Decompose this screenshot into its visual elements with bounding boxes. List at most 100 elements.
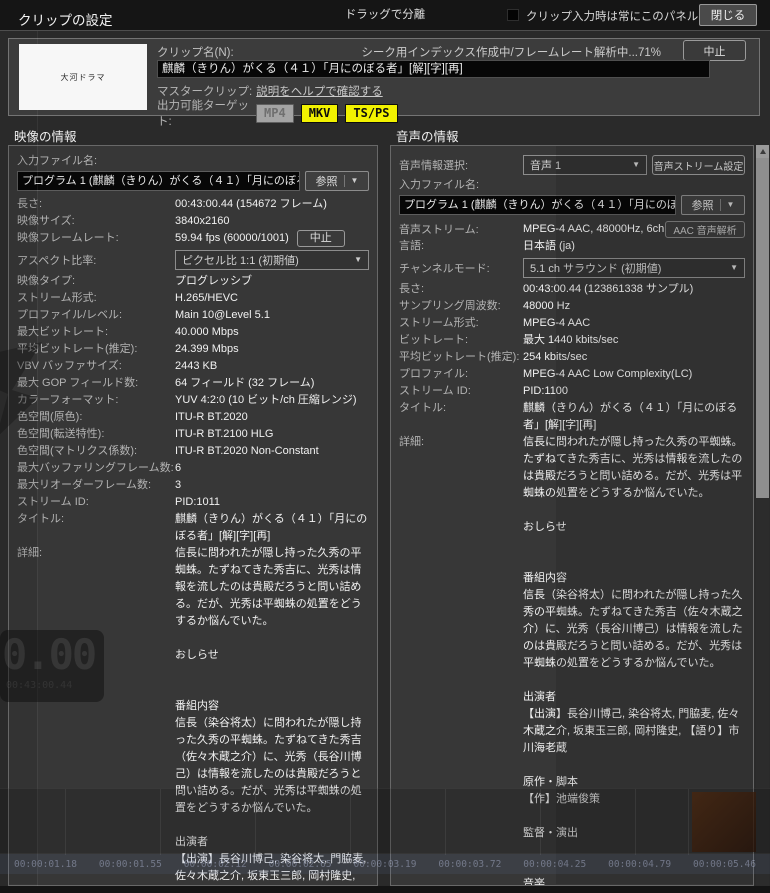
video-browse-button[interactable]: 参照 ▼	[305, 171, 369, 191]
video-detail-label: 詳細:	[17, 547, 43, 559]
row-label: ストリーム ID:	[399, 385, 471, 397]
aspect-ratio-row: アスペクト比率: ピクセル比 1:1 (初期値) ▼	[17, 250, 369, 270]
row-value: 254 kbits/sec	[523, 351, 588, 363]
row-label: VBV バッファサイズ:	[17, 360, 122, 372]
audio-stream-settings-button[interactable]: 音声ストリーム設定	[652, 155, 745, 175]
row-value: 64 フィールド (32 フレーム)	[175, 377, 315, 389]
row-value: 3840x2160	[175, 215, 230, 227]
target-tsps-badge[interactable]: TS/PS	[345, 103, 398, 123]
channel-mode-label: チャンネルモード:	[399, 263, 490, 275]
row-label: プロファイル/レベル:	[17, 309, 123, 321]
audio-stream-value: MPEG-4 AAC, 48000Hz, 6ch (PID	[523, 223, 665, 235]
audio-input-file-label: 入力ファイル名:	[399, 179, 480, 191]
audio-input-file-field[interactable]: プログラム 1 (麒麟（きりん）がくる（４１）「月にのぼる者」[解][字][再]…	[399, 195, 676, 215]
row-value: 24.399 Mbps	[175, 343, 239, 355]
row-value: MPEG-4 AAC Low Complexity(LC)	[523, 368, 693, 380]
video-info-row: VBV バッファサイズ: 2443 KB	[17, 358, 369, 375]
output-targets-label: 出力可能ターゲット:	[157, 100, 249, 128]
audio-select-row: 音声情報選択: 音声 1 ▼ 音声ストリーム設定	[399, 154, 745, 176]
language-value: 日本語 (ja)	[523, 240, 575, 252]
audio-select[interactable]: 音声 1 ▼	[523, 155, 647, 175]
video-info-row: ストリーム形式: H.265/HEVC	[17, 290, 369, 307]
audio-stream-row: 音声ストリーム: MPEG-4 AAC, 48000Hz, 6ch (PID A…	[399, 220, 745, 238]
clip-name-label: クリップ名(N):	[157, 47, 234, 59]
row-label: プロファイル:	[399, 368, 469, 380]
clip-thumbnail: 大河ドラマ	[19, 44, 147, 110]
audio-info-row: プロファイル: MPEG-4 AAC Low Complexity(LC)	[399, 366, 745, 383]
video-input-file-field[interactable]: プログラム 1 (麒麟（きりん）がくる（４１）「月にのぼる者」[解][字][再]…	[17, 171, 300, 191]
video-framerate-row: 映像フレームレート: 59.94 fps (60000/1001) 中止	[17, 230, 369, 247]
row-value: ITU-R BT.2020 Non-Constant	[175, 445, 319, 457]
video-detail-value: 信長に問われたが隠し持った久秀の平蜘蛛。たずねてきた秀吉に、光秀は情報を流したの…	[175, 547, 367, 882]
row-label: 最大バッファリングフレーム数:	[17, 462, 174, 474]
row-value: 2443 KB	[175, 360, 218, 372]
audio-detail-value: 信長に問われたが隠し持った久秀の平蜘蛛。たずねてきた秀吉に、光秀は情報を流したの…	[523, 436, 743, 886]
row-label: ストリーム形式:	[399, 317, 479, 329]
row-label: ストリーム形式:	[17, 292, 97, 304]
row-label: 最大 GOP フィールド数:	[17, 377, 139, 389]
chevron-down-icon: ▼	[354, 255, 362, 264]
row-value: MPEG-4 AAC	[523, 317, 591, 329]
video-info-row: 長さ: 00:43:00.44 (154672 フレーム)	[17, 196, 369, 213]
row-label: 平均ビットレート(推定):	[399, 351, 520, 363]
bottom-edge	[0, 886, 770, 893]
audio-stream-label: 音声ストリーム:	[399, 224, 479, 236]
clip-summary-box: 大河ドラマ クリップ名(N): シーク用インデックス作成中/フレームレート解析中…	[8, 38, 760, 128]
row-value: 3	[175, 479, 182, 491]
row-label: 最大リオーダーフレーム数:	[17, 479, 152, 491]
scrollbar-thumb[interactable]	[756, 158, 769, 498]
video-title-value: 麒麟（きりん）がくる（４１）「月にのぼる者」[解][字][再]	[175, 513, 368, 542]
row-value: プログレッシブ	[175, 275, 252, 287]
clip-name-input[interactable]: 麒麟（きりん）がくる（４１）「月にのぼる者」[解][字][再]	[157, 60, 710, 78]
audio-info-header: 音声の情報	[396, 130, 459, 144]
scrollbar-up-arrow-icon[interactable]	[756, 145, 769, 158]
audio-title-row: タイトル: 麒麟（きりん）がくる（４１）「月にのぼる者」[解][字][再]	[399, 400, 745, 434]
row-label: 映像サイズ:	[17, 215, 75, 227]
video-info-row: 映像サイズ: 3840x2160	[17, 213, 369, 230]
chevron-down-icon: ▼	[632, 160, 640, 169]
aspect-ratio-select[interactable]: ピクセル比 1:1 (初期値) ▼	[175, 250, 369, 270]
chevron-down-icon: ▼	[350, 176, 359, 185]
row-label: ビットレート:	[399, 334, 469, 346]
aac-analyze-button[interactable]: AAC 音声解析	[665, 220, 745, 238]
row-value: YUV 4:2:0 (10 ビット/ch 圧縮レンジ)	[175, 394, 357, 406]
video-input-file-label: 入力ファイル名:	[17, 155, 98, 167]
row-value: 40.000 Mbps	[175, 326, 239, 338]
target-mkv-badge[interactable]: MKV	[300, 103, 339, 123]
video-detail-row: 詳細: 信長に問われたが隠し持った久秀の平蜘蛛。たずねてきた秀吉に、光秀は情報を…	[17, 545, 369, 885]
row-label: 色空間(転送特性):	[17, 428, 105, 440]
framerate-abort-button[interactable]: 中止	[296, 230, 345, 247]
index-abort-button[interactable]: 中止	[683, 40, 746, 61]
open-panel-checkbox[interactable]	[507, 9, 519, 21]
clip-settings-window: クリップの設定 ドラッグで分離 クリップ入力時は常にこのパネルを開く 閉じる 大…	[0, 0, 770, 893]
video-info-panel: 入力ファイル名: プログラム 1 (麒麟（きりん）がくる（４１）「月にのぼる者」…	[8, 145, 378, 886]
divider	[343, 175, 345, 187]
row-label: カラーフォーマット:	[17, 394, 119, 406]
row-value: 最大 1440 kbits/sec	[523, 334, 619, 346]
framerate-value: 59.94 fps (60000/1001)	[175, 232, 289, 244]
audio-select-label: 音声情報選択:	[399, 160, 469, 172]
video-title-label: タイトル:	[17, 513, 65, 525]
audio-browse-button[interactable]: 参照 ▼	[681, 195, 745, 215]
drag-to-detach-label[interactable]: ドラッグで分離	[345, 6, 426, 22]
video-info-row: 映像タイプ: プログレッシブ	[17, 273, 369, 290]
video-info-row: 最大 GOP フィールド数: 64 フィールド (32 フレーム)	[17, 375, 369, 392]
channel-mode-select[interactable]: 5.1 ch サラウンド (初期値) ▼	[523, 258, 745, 278]
page-title: クリップの設定	[18, 13, 113, 28]
row-value: 48000 Hz	[523, 300, 571, 312]
audio-title-label: タイトル:	[399, 402, 447, 414]
index-progress-status: シーク用インデックス作成中/フレームレート解析中...71%	[361, 47, 661, 59]
video-info-row: 最大ビットレート: 40.000 Mbps	[17, 324, 369, 341]
video-info-header: 映像の情報	[14, 130, 77, 144]
row-label: 長さ:	[399, 283, 425, 295]
row-label: 映像タイプ:	[17, 275, 76, 287]
audio-title-value: 麒麟（きりん）がくる（４１）「月にのぼる者」[解][字][再]	[523, 402, 738, 431]
audio-panel-scrollbar[interactable]	[756, 145, 769, 886]
thumbnail-text: 大河ドラマ	[60, 72, 106, 82]
aspect-ratio-label: アスペクト比率:	[17, 255, 97, 267]
row-label: 最大ビットレート:	[17, 326, 109, 338]
video-info-row: ストリーム ID: PID:1011	[17, 494, 369, 511]
video-info-row: カラーフォーマット: YUV 4:2:0 (10 ビット/ch 圧縮レンジ)	[17, 392, 369, 409]
close-button[interactable]: 閉じる	[699, 4, 757, 26]
video-info-row: 平均ビットレート(推定): 24.399 Mbps	[17, 341, 369, 358]
